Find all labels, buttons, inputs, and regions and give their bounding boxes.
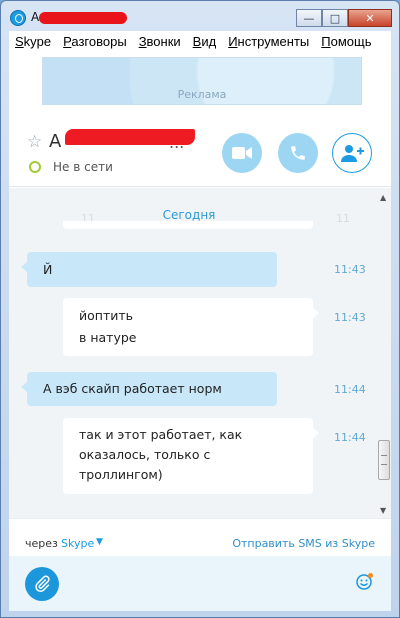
message-time: 11:44 [334, 431, 366, 444]
skype-logo-icon [10, 10, 26, 26]
add-contact-button[interactable] [332, 133, 372, 173]
menu-tools[interactable]: Инструменты [228, 34, 309, 49]
status-offline-icon [29, 161, 41, 173]
emoticon-icon[interactable] [356, 572, 374, 590]
message-bubble[interactable]: Й [21, 252, 277, 287]
add-person-icon [341, 145, 364, 162]
message-text: йоптить [79, 308, 133, 323]
message-time: 11:43 [334, 263, 366, 276]
chevron-down-icon[interactable]: ▼ [96, 537, 103, 547]
message-composer[interactable] [9, 556, 391, 611]
skype-window: A — □ ✕ Skype Разговоры Звонки Вид Инстр… [0, 0, 400, 618]
date-separator: Сегодня [162, 208, 216, 222]
message-bubble[interactable]: А вэб скайп работает норм [21, 372, 277, 406]
message-bubble[interactable]: йоптить в натуре [63, 298, 319, 356]
menu-view[interactable]: Вид [193, 34, 217, 49]
title-redaction [39, 12, 127, 24]
message-text: А вэб скайп работает норм [43, 381, 222, 396]
message-text: в натуре [79, 330, 137, 345]
contact-name-ellipsis: ... [169, 133, 185, 152]
paperclip-icon [35, 575, 50, 592]
minimize-button[interactable]: — [296, 9, 322, 27]
previous-message-bubble [63, 221, 313, 229]
title-bar[interactable]: A — □ ✕ [1, 1, 399, 33]
phone-icon [291, 146, 305, 160]
video-camera-icon [232, 147, 252, 159]
chat-history[interactable]: 11 11 Сегодня Й 11:43 йоптить в натуре 1… [9, 188, 391, 518]
contact-header: ☆ A ... Не в сети [9, 109, 391, 187]
menu-conversations[interactable]: Разговоры [63, 34, 127, 49]
main-content: Реклама ☆ A ... Не в сети 11 11 Сегодня … [9, 51, 391, 611]
window-title: A [31, 10, 40, 24]
message-time: 11:44 [334, 383, 366, 396]
ad-banner[interactable]: Реклама [42, 57, 362, 105]
favorite-star-icon[interactable]: ☆ [27, 132, 42, 152]
message-text: оказалось, только с [79, 447, 211, 462]
close-button[interactable]: ✕ [348, 9, 392, 27]
via-label: через [25, 537, 58, 550]
message-text: так и этот работает, как [79, 427, 243, 442]
scroll-up-arrow-icon[interactable]: ▲ [380, 193, 386, 202]
menu-bar: Skype Разговоры Звонки Вид Инструменты П… [9, 31, 391, 51]
contact-status: Не в сети [53, 160, 113, 174]
scroll-thumb[interactable] [378, 440, 390, 480]
window-controls: — □ ✕ [296, 9, 392, 27]
send-sms-link[interactable]: Отправить SMS из Skype [232, 537, 375, 550]
send-via-dropdown[interactable]: Skype [61, 537, 94, 550]
video-call-button[interactable] [222, 133, 262, 173]
send-options-bar: через Skype ▼ Отправить SMS из Skype [9, 518, 391, 556]
attach-button[interactable] [25, 567, 59, 601]
message-text: троллингом) [79, 467, 163, 482]
menu-help[interactable]: Помощь [321, 34, 371, 49]
menu-calls[interactable]: Звонки [139, 34, 181, 49]
chat-scrollbar[interactable]: ▲ ▼ [377, 188, 391, 518]
message-time: 11:43 [334, 311, 366, 324]
contact-name: A [49, 131, 62, 152]
message-text: Й [43, 262, 53, 277]
menu-skype[interactable]: Skype [15, 34, 51, 49]
scroll-down-arrow-icon[interactable]: ▼ [380, 506, 386, 515]
message-bubble[interactable]: так и этот работает, как оказалось, толь… [63, 418, 319, 494]
audio-call-button[interactable] [278, 133, 318, 173]
ad-label: Реклама [177, 88, 227, 101]
maximize-button[interactable]: □ [322, 9, 348, 27]
